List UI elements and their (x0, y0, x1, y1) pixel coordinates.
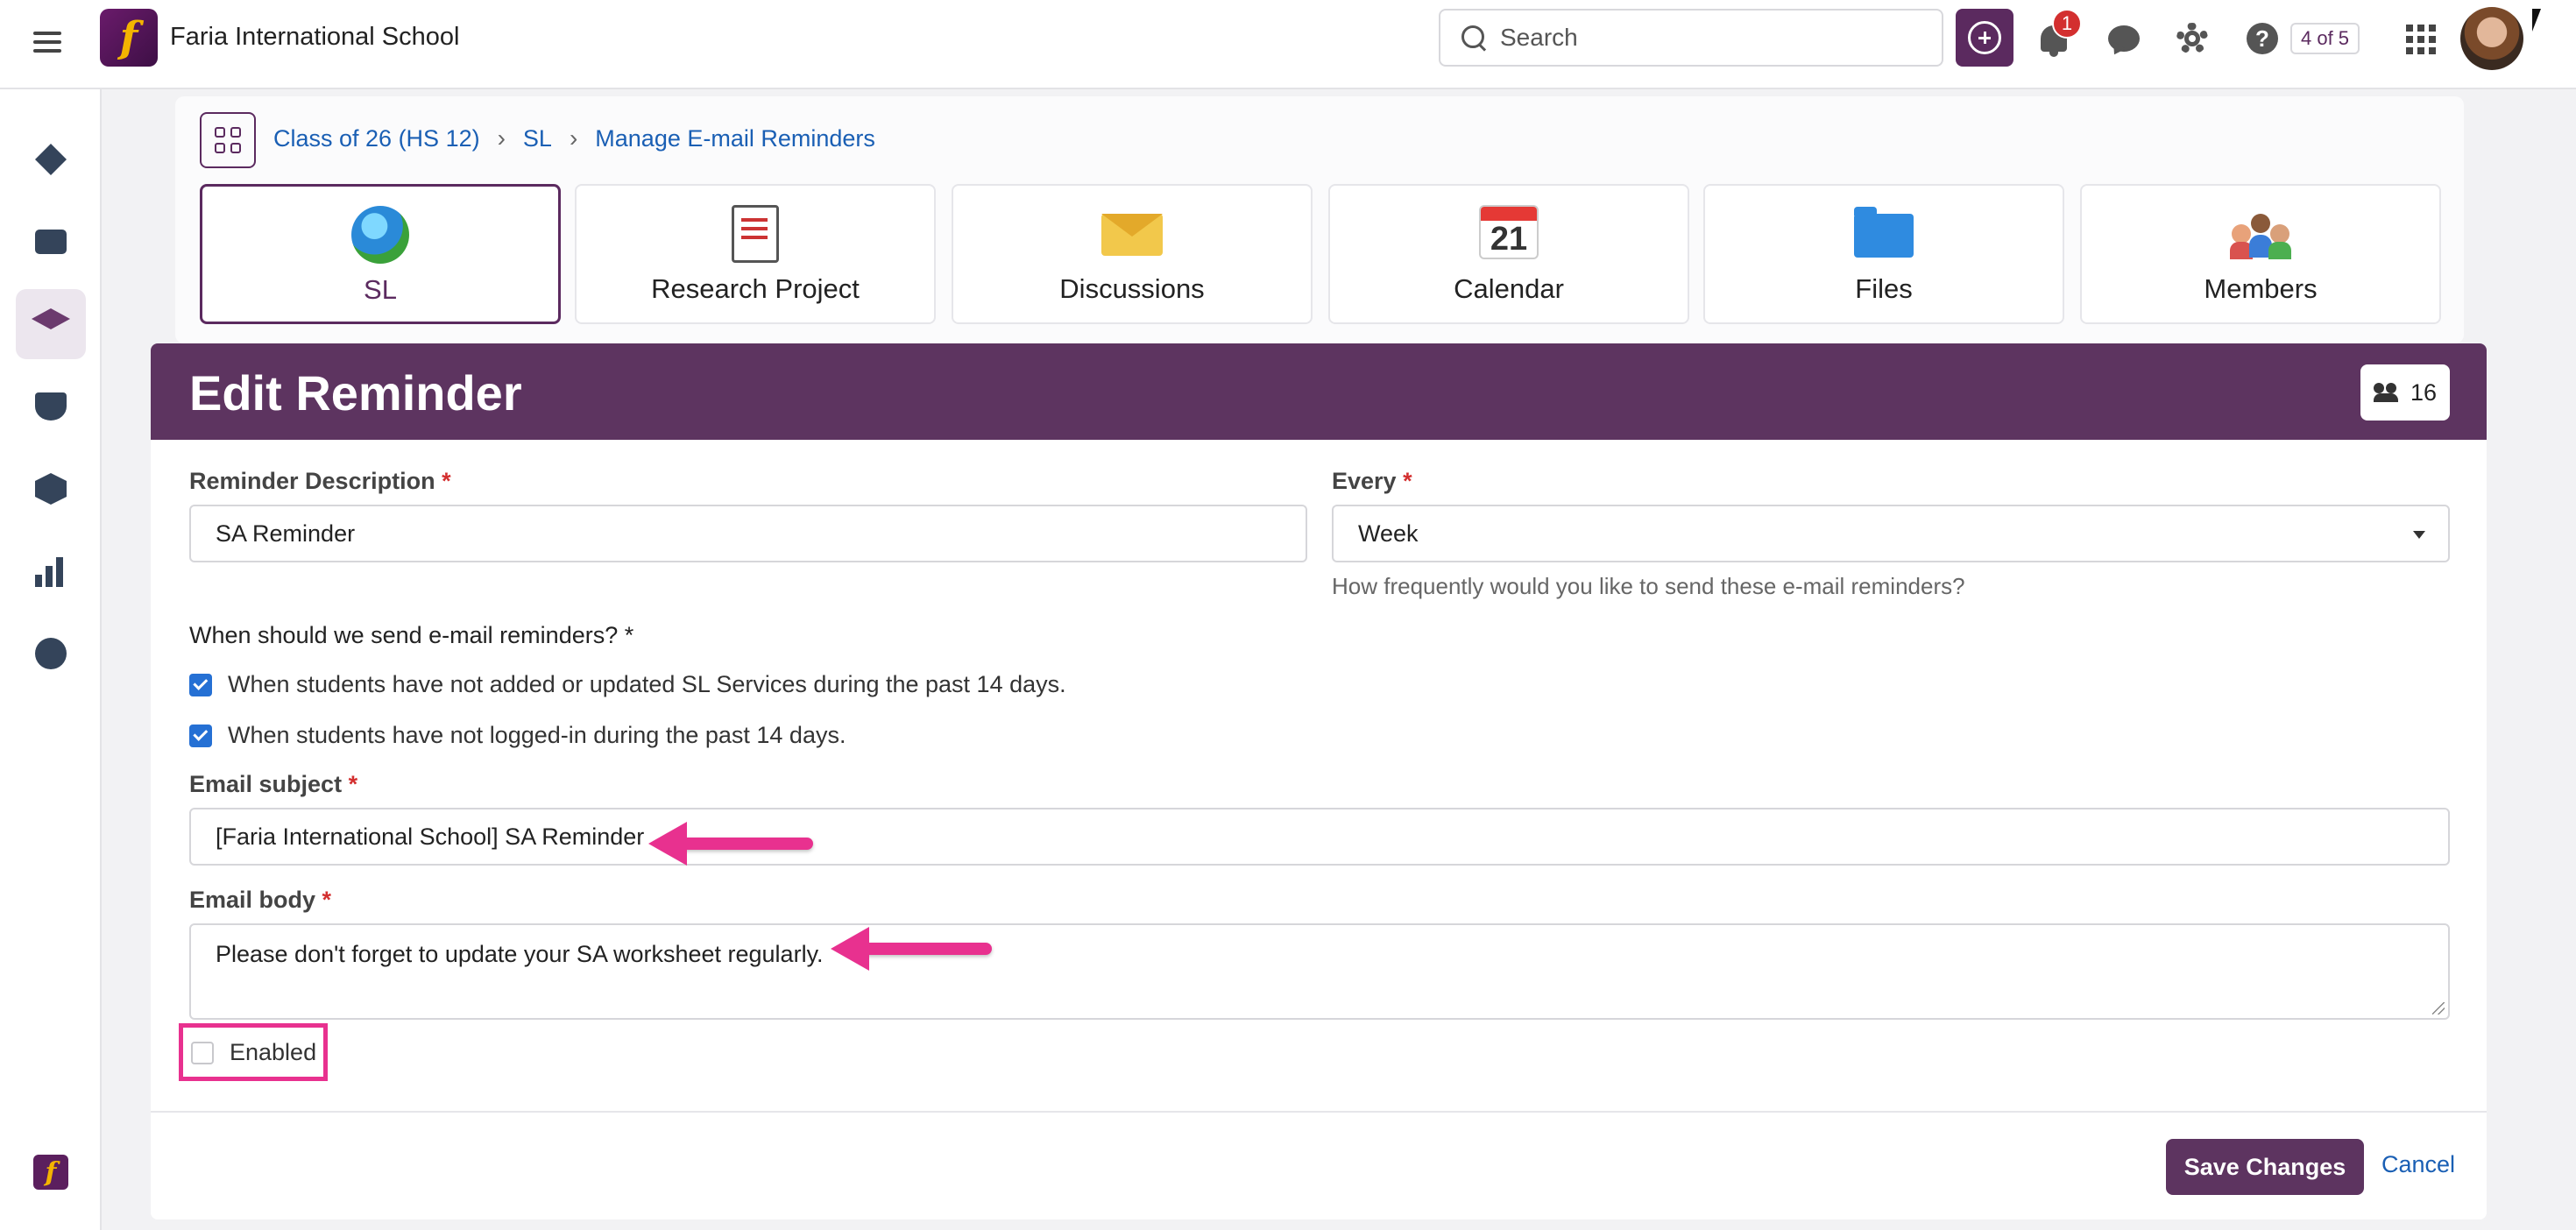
faria-logo-icon: f (33, 1155, 68, 1190)
tile-label: Research Project (651, 273, 860, 304)
top-bar: f Faria International School 1 ? 4 of 5 (0, 0, 2576, 89)
rail-item-dashboard[interactable] (16, 124, 86, 194)
caret-down-icon (2413, 531, 2425, 539)
school-name[interactable]: Faria International School (170, 23, 459, 52)
tile-research-project[interactable]: Research Project (575, 184, 936, 324)
envelope-icon (1101, 214, 1163, 256)
mouse-cursor-icon (2532, 9, 2541, 32)
cube-icon (35, 473, 67, 505)
tile-discussions[interactable]: Discussions (952, 184, 1313, 324)
rail-item-academics[interactable] (16, 289, 86, 359)
every-label: Every * (1332, 468, 1412, 494)
body-text: Please don't forget to update your SA wo… (216, 941, 824, 967)
user-avatar[interactable] (2460, 7, 2523, 70)
rail-item-explore[interactable] (16, 619, 86, 689)
settings-button[interactable] (2173, 19, 2212, 58)
dashboard-icon (35, 144, 67, 175)
condition-services-row[interactable]: When students have not added or updated … (189, 671, 1066, 698)
every-select[interactable]: Week (1332, 505, 2450, 562)
breadcrumb: Class of 26 (HS 12) › SL › Manage E-mail… (273, 124, 875, 152)
description-label: Reminder Description * (189, 468, 451, 494)
map-icon (35, 392, 67, 421)
chevron-right-icon: › (569, 124, 578, 152)
left-nav-rail: f (0, 89, 102, 1230)
people-icon (2230, 212, 2291, 261)
compass-icon (35, 638, 67, 669)
tile-label: Calendar (1454, 273, 1564, 304)
enabled-label: Enabled (230, 1039, 317, 1065)
folder-icon (1854, 207, 1914, 258)
help-pager[interactable]: 4 of 5 (2290, 23, 2360, 54)
subject-label: Email subject * (189, 771, 358, 797)
body-label: Email body * (189, 887, 332, 913)
every-help-text: How frequently would you like to send th… (1332, 573, 1965, 599)
when-label: When should we send e-mail reminders? * (189, 622, 634, 648)
condition-login-row[interactable]: When students have not logged-in during … (189, 722, 846, 749)
app-logo[interactable]: f (100, 9, 158, 67)
annotation-arrow-body (831, 927, 992, 971)
tile-members[interactable]: Members (2080, 184, 2441, 324)
member-count-button[interactable]: 16 (2360, 364, 2450, 421)
users-icon (2373, 383, 2400, 402)
member-count: 16 (2410, 378, 2438, 406)
tile-sl[interactable]: SL (200, 184, 561, 324)
gear-icon (2176, 23, 2208, 54)
create-button[interactable] (1956, 9, 2013, 67)
page-title: Edit Reminder (189, 365, 522, 421)
help-icon: ? (2247, 23, 2278, 54)
graduation-cap-icon (32, 308, 70, 329)
subject-input[interactable]: [Faria International School] SA Reminder (189, 808, 2450, 866)
chat-icon (2108, 25, 2140, 52)
apps-icon[interactable] (2406, 25, 2436, 54)
notification-badge: 1 (2052, 9, 2082, 39)
tile-calendar[interactable]: 21 Calendar (1328, 184, 1689, 324)
rail-item-reports[interactable] (16, 536, 86, 606)
condition-login-label: When students have not logged-in during … (228, 722, 846, 748)
messages-button[interactable] (2105, 19, 2143, 58)
condition-login-checkbox[interactable] (189, 724, 212, 747)
rail-item-maps[interactable] (16, 371, 86, 442)
rail-item-portfolio[interactable] (16, 207, 86, 277)
search-icon (1460, 24, 1488, 52)
plus-circle-icon (1968, 21, 2001, 54)
condition-services-label: When students have not added or updated … (228, 671, 1066, 697)
tile-label: SL (364, 274, 397, 305)
condition-services-checkbox[interactable] (189, 673, 212, 696)
rail-item-resources[interactable] (16, 454, 86, 524)
tile-label: Members (2204, 273, 2318, 304)
grid-menu-icon[interactable] (200, 112, 256, 168)
edit-reminder-panel (151, 343, 2487, 1219)
notepad-icon (732, 205, 779, 263)
tile-label: Files (1855, 273, 1913, 304)
tile-files[interactable]: Files (1703, 184, 2064, 324)
globe-icon (351, 206, 409, 264)
cancel-link[interactable]: Cancel (2381, 1151, 2455, 1178)
resize-handle[interactable] (2432, 1002, 2445, 1014)
body-textarea[interactable]: Please don't forget to update your SA wo… (189, 923, 2450, 1020)
chevron-right-icon: › (497, 124, 506, 152)
tile-label: Discussions (1059, 273, 1205, 304)
search-box[interactable] (1439, 9, 1943, 67)
breadcrumb-manage-reminders[interactable]: Manage E-mail Reminders (595, 125, 875, 152)
save-changes-button[interactable]: Save Changes (2166, 1139, 2364, 1195)
every-selected-value: Week (1358, 520, 1419, 547)
breadcrumb-sl[interactable]: SL (523, 125, 552, 152)
enabled-row[interactable]: Enabled (191, 1039, 316, 1066)
briefcase-icon (35, 230, 67, 254)
enabled-checkbox[interactable] (191, 1041, 214, 1064)
breadcrumb-class[interactable]: Class of 26 (HS 12) (273, 125, 480, 152)
menu-icon[interactable] (30, 26, 65, 61)
help-button[interactable]: ? (2243, 19, 2282, 58)
bar-chart-icon (35, 555, 67, 587)
annotation-arrow-subject (648, 822, 813, 866)
description-input[interactable]: SA Reminder (189, 505, 1307, 562)
footer-divider (151, 1111, 2487, 1113)
search-input[interactable] (1500, 24, 1921, 52)
rail-item-faria[interactable]: f (16, 1137, 86, 1207)
calendar-icon: 21 (1479, 205, 1539, 259)
